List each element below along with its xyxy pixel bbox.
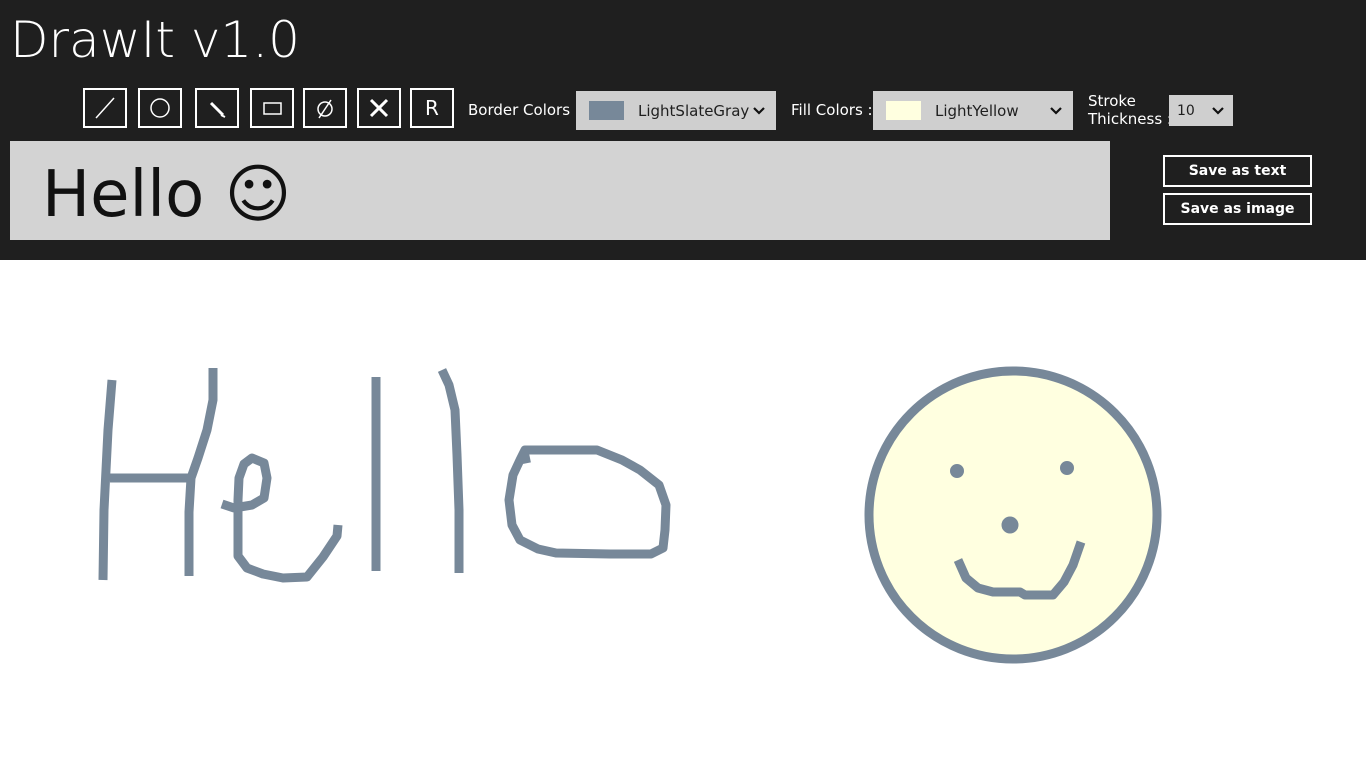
circle-icon bbox=[150, 98, 170, 118]
ellipse-tool-button[interactable] bbox=[138, 88, 182, 128]
app-title: DrawIt v1.0 bbox=[10, 11, 300, 69]
fill-colors-label: Fill Colors : bbox=[791, 101, 873, 119]
smiley-face-circle bbox=[864, 366, 1162, 664]
chevron-down-icon bbox=[752, 106, 766, 116]
smiley-left-eye bbox=[950, 464, 964, 478]
fill-colors-value: LightYellow bbox=[935, 101, 1019, 120]
chevron-down-icon bbox=[1211, 106, 1225, 116]
close-icon bbox=[369, 98, 389, 118]
empty-set-icon bbox=[317, 99, 333, 119]
chevron-down-icon bbox=[1049, 106, 1063, 116]
stroke-o bbox=[504, 445, 671, 559]
canvas-svg[interactable] bbox=[0, 260, 1366, 768]
stroke-thickness-value: 10 bbox=[1177, 102, 1195, 119]
smiley-nose bbox=[1001, 516, 1019, 534]
stroke-thickness-label-line2: Thickness : bbox=[1088, 110, 1172, 128]
stroke-l2 bbox=[437, 368, 464, 573]
fill-colors-dropdown[interactable]: LightYellow bbox=[873, 91, 1073, 130]
stroke-thickness-dropdown[interactable]: 10 bbox=[1169, 95, 1233, 126]
rectangle-icon bbox=[263, 102, 282, 115]
save-as-text-button[interactable]: Save as text bbox=[1163, 155, 1312, 187]
line-icon bbox=[95, 97, 115, 119]
stroke-thickness-label-line1: Stroke bbox=[1088, 92, 1136, 110]
smiley-right-eye bbox=[1060, 461, 1074, 475]
clear-tool-button[interactable] bbox=[303, 88, 347, 128]
pencil-tool-button[interactable] bbox=[195, 88, 239, 128]
line-tool-button[interactable] bbox=[83, 88, 127, 128]
recognized-text: Hello ☺ bbox=[42, 158, 292, 232]
drawing-canvas[interactable] bbox=[0, 260, 1366, 768]
pencil-icon bbox=[209, 101, 226, 118]
save-as-image-button[interactable]: Save as image bbox=[1163, 193, 1312, 225]
delete-tool-button[interactable] bbox=[357, 88, 401, 128]
rectangle-tool-button[interactable] bbox=[250, 88, 294, 128]
recognized-text-panel: Hello ☺ bbox=[10, 141, 1110, 240]
stroke-h-right bbox=[184, 368, 218, 576]
border-colors-label: Border Colors : bbox=[468, 101, 580, 119]
fill-color-swatch bbox=[886, 101, 921, 120]
stroke-e bbox=[220, 453, 343, 583]
r-tool-button[interactable]: R bbox=[410, 88, 454, 128]
border-colors-dropdown[interactable]: LightSlateGray bbox=[576, 91, 776, 130]
border-color-swatch bbox=[589, 101, 624, 120]
app-header: DrawIt v1.0 R Border Colors : LightSlate… bbox=[0, 0, 1366, 260]
border-colors-value: LightSlateGray bbox=[638, 101, 750, 120]
